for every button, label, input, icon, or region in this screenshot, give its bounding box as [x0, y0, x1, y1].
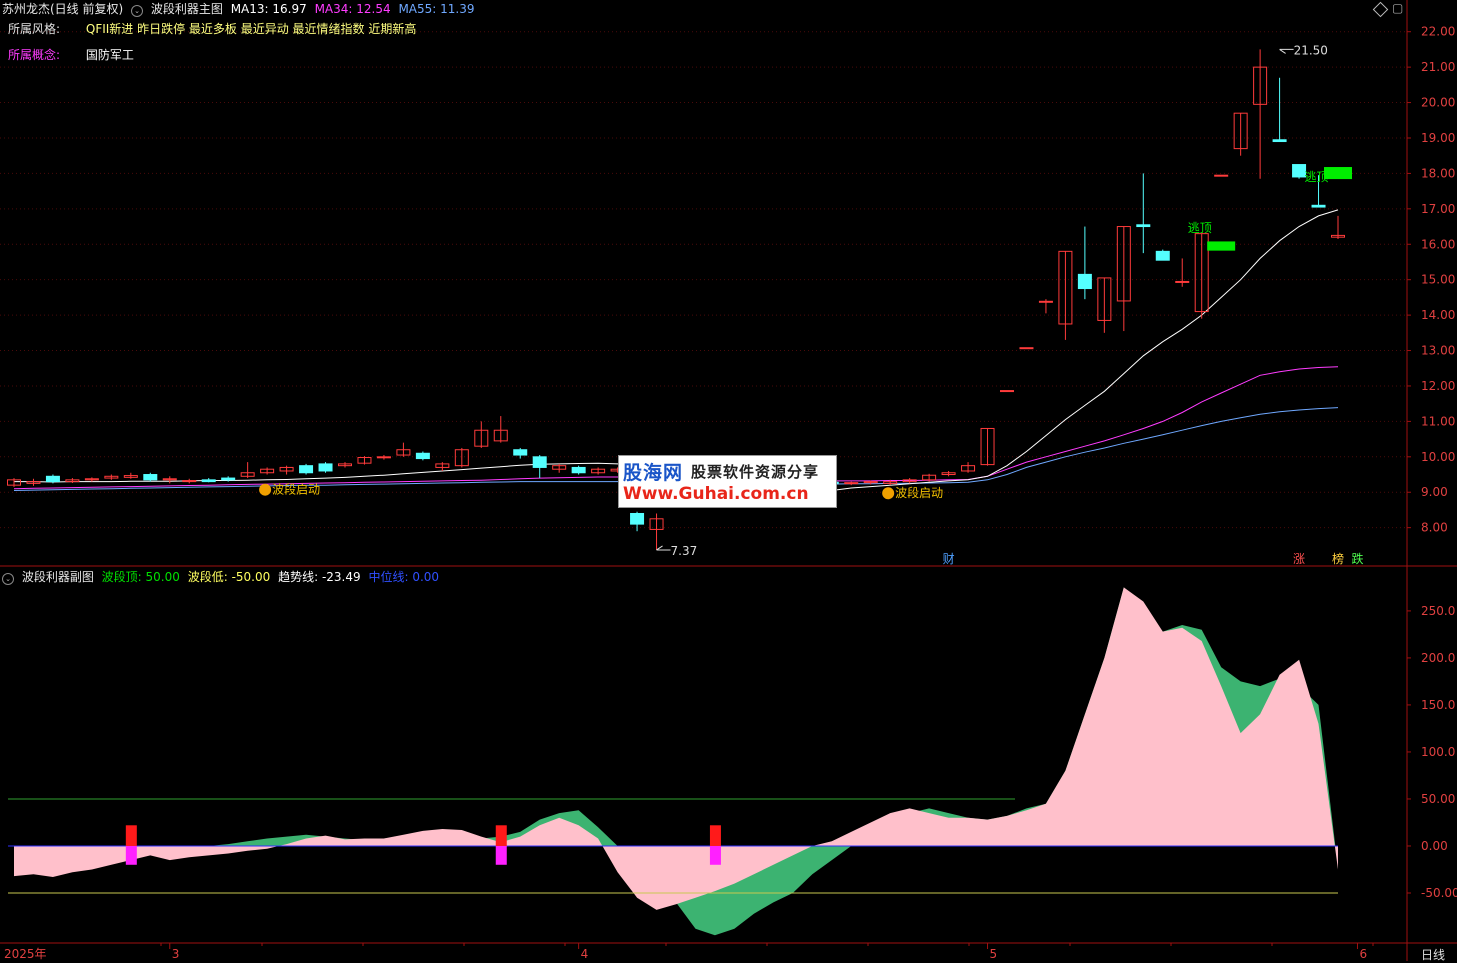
candle-body	[1019, 347, 1034, 350]
style-value: QFII新进 昨日跌停 最近多板 最近异动 最近情绪指数 近期新高	[85, 22, 417, 36]
price-tick-label: 22.00	[1421, 25, 1455, 39]
candle-body	[1175, 280, 1190, 283]
candle-body	[844, 482, 859, 485]
logo-brand: 股海网	[623, 462, 684, 484]
indicator-menu-icon[interactable]: ⌄	[131, 5, 144, 17]
price-tick-label: 21.00	[1421, 60, 1455, 74]
buy-signal-bar	[709, 825, 721, 846]
wave-top-value: 波段顶: 50.00	[101, 570, 180, 584]
candle-body	[318, 463, 333, 472]
escape-top-box	[1207, 241, 1236, 251]
buy-signal-bar	[125, 825, 137, 846]
price-tick-label: 8.00	[1421, 521, 1448, 535]
candle-body	[1214, 174, 1229, 177]
candle-body	[630, 512, 645, 525]
candle-body	[221, 477, 236, 481]
buy-signal-bar-low	[709, 845, 721, 865]
wave-low-value: 波段低: -50.00	[187, 570, 271, 584]
price-tick-label: 18.00	[1421, 166, 1455, 180]
escape-top-label: 逃顶	[1305, 170, 1329, 184]
osc-tick-label: 250.0	[1421, 604, 1455, 618]
concept-row: 所属概念: 国防军工	[8, 46, 138, 63]
candle-body	[143, 474, 158, 481]
candle-body	[1155, 250, 1170, 261]
period-label[interactable]: 日线	[1421, 946, 1445, 963]
wave-start-icon	[882, 487, 895, 500]
price-tick-label: 14.00	[1421, 308, 1455, 322]
candle-body	[1000, 390, 1014, 393]
candle-body	[1311, 204, 1326, 208]
price-tick-label: 15.00	[1421, 273, 1455, 287]
max-price-label: 21.50	[1294, 43, 1328, 57]
logo-url: Www.Guhai.com.cn	[623, 484, 809, 504]
price-tick-label: 10.00	[1421, 450, 1455, 464]
style-label: 所属风格:	[8, 22, 61, 36]
sub-indicator-menu-icon[interactable]: ⌄	[2, 573, 14, 585]
sub-header: ⌄ 波段利器副图 波段顶: 50.00 波段低: -50.00 趋势线: -23…	[2, 568, 443, 585]
wave-area	[14, 587, 1338, 910]
candle-body	[571, 466, 586, 474]
price-tick-label: 13.00	[1421, 344, 1455, 358]
sub-indicator-name[interactable]: 波段利器副图	[22, 570, 94, 584]
scroll-up-icon[interactable]: ▢	[1392, 1, 1403, 15]
min-price-marker	[656, 545, 671, 551]
price-tick-label: 11.00	[1421, 414, 1455, 428]
time-label: 5	[990, 947, 998, 961]
max-price-marker	[1279, 48, 1294, 54]
osc-tick-label: 0.00	[1421, 839, 1448, 853]
concept-value: 国防军工	[85, 48, 134, 62]
ma55-value: MA55: 11.39	[398, 2, 475, 16]
concept-label: 所属概念:	[8, 48, 61, 62]
price-tick-label: 20.00	[1421, 96, 1455, 110]
watermark-logo: 股海网 股票软件资源分享 Www.Guhai.com.cn	[618, 455, 837, 508]
escape-top-label: 逃顶	[1188, 221, 1212, 235]
wave-start-label: 波段启动	[895, 485, 943, 500]
wave-start-icon	[259, 483, 272, 496]
event-tag: 跌	[1351, 551, 1363, 566]
event-tag: 财	[943, 552, 955, 566]
logo-slogan: 股票软件资源分享	[691, 463, 820, 481]
time-label: 6	[1359, 947, 1367, 961]
trend-value: 趋势线: -23.49	[278, 570, 361, 584]
buy-signal-bar-low	[495, 845, 507, 865]
osc-tick-label: -50.00	[1421, 886, 1457, 900]
price-tick-label: 12.00	[1421, 379, 1455, 393]
candle-body	[1272, 139, 1287, 143]
price-tick-label: 16.00	[1421, 237, 1455, 251]
candle-body	[1136, 224, 1151, 228]
osc-tick-label: 50.00	[1421, 792, 1455, 806]
time-label: 3	[172, 947, 180, 961]
main-header: 苏州龙杰(日线 前复权) ⌄ 波段利器主图 MA13: 16.97 MA34: …	[2, 0, 478, 17]
main-indicator-name[interactable]: 波段利器主图	[151, 2, 223, 16]
time-label: 4	[581, 947, 589, 961]
candle-body	[376, 456, 391, 459]
wave-start-label: 波段启动	[272, 482, 320, 497]
price-tick-label: 17.00	[1421, 202, 1455, 216]
time-label: 2025年	[4, 947, 47, 961]
buy-signal-bar-low	[125, 845, 137, 865]
buy-signal-bar	[495, 825, 507, 846]
style-row: 所属风格: QFII新进 昨日跌停 最近多板 最近异动 最近情绪指数 近期新高	[8, 20, 420, 37]
candle-body	[201, 479, 216, 483]
event-tag: 榜	[1332, 551, 1344, 566]
candle-body	[1038, 300, 1053, 303]
min-price-label: 7.37	[671, 544, 698, 558]
stock-title[interactable]: 苏州龙杰(日线 前复权)	[2, 2, 123, 16]
candle-body	[1077, 273, 1092, 290]
candle-body	[532, 456, 547, 468]
candle-body	[513, 449, 528, 456]
mid-value: 中位线: 0.00	[368, 570, 440, 584]
candle-body	[415, 452, 430, 460]
event-tag: 涨	[1293, 551, 1305, 566]
ma34-value: MA34: 12.54	[314, 2, 391, 16]
osc-tick-label: 150.0	[1421, 698, 1455, 712]
price-tick-label: 9.00	[1421, 485, 1448, 499]
candle-body	[299, 465, 314, 474]
osc-tick-label: 200.0	[1421, 651, 1455, 665]
osc-tick-label: 100.0	[1421, 745, 1455, 759]
ma13-value: MA13: 16.97	[230, 2, 307, 16]
price-tick-label: 19.00	[1421, 131, 1455, 145]
candle-body	[45, 475, 60, 483]
